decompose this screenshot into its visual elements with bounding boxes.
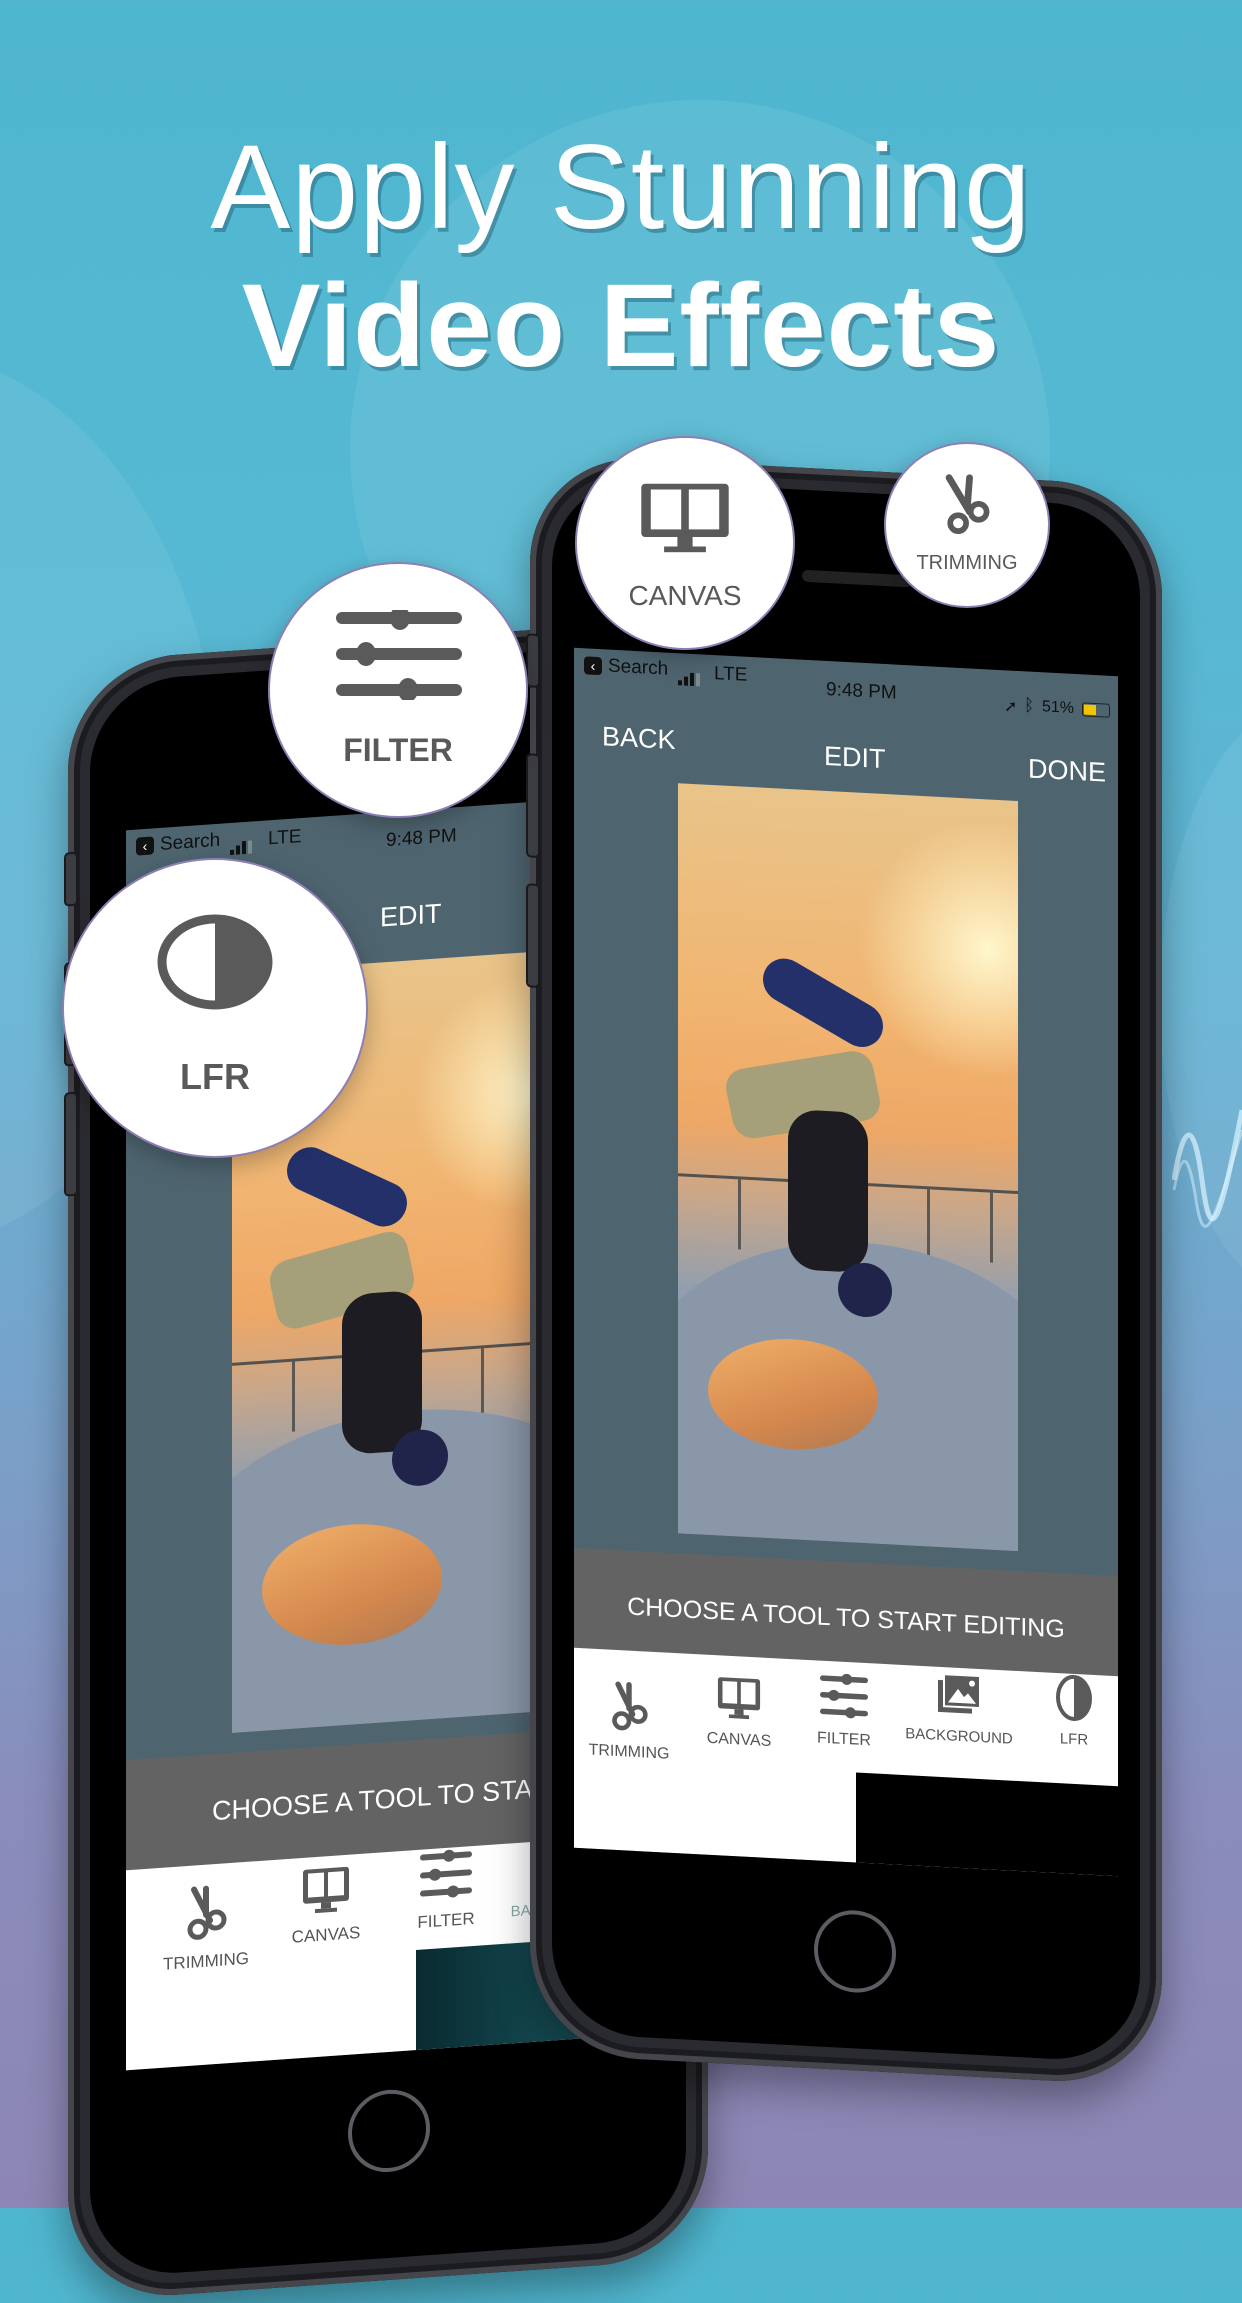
audio-wave-decoration	[1172, 1109, 1242, 1228]
volume-down-button	[526, 883, 540, 988]
status-bar: ‹ Search LTE 9:48 PM ➚ ᛒ 51%	[574, 648, 1118, 718]
feature-bubble-filter: FILTER	[268, 562, 528, 818]
home-button[interactable]	[348, 2087, 430, 2175]
bubble-label: LFR	[180, 1056, 250, 1097]
bubble-label: FILTER	[343, 732, 453, 768]
tool-lfr[interactable]: LFR	[1034, 1672, 1114, 1750]
tool-label: CANVAS	[706, 1729, 772, 1751]
signal-bars-icon	[678, 663, 702, 687]
tool-label: TRIMMING	[588, 1741, 670, 1763]
tool-label: BACKGROUND	[905, 1725, 1013, 1748]
right-phone-screen: ‹ Search LTE 9:48 PM ➚ ᛒ 51% BACK EDIT D…	[574, 647, 1118, 1877]
tool-filter[interactable]: FILTER	[386, 1844, 506, 1935]
battery-percent: 51%	[1042, 698, 1075, 717]
mute-switch	[526, 633, 540, 688]
tool-filter[interactable]: FILTER	[794, 1669, 894, 1751]
home-button[interactable]	[814, 1908, 896, 1995]
tool-label: FILTER	[417, 1908, 475, 1932]
location-icon: ➚	[1004, 698, 1018, 716]
tool-label: FILTER	[817, 1729, 871, 1750]
monitor-split-icon	[641, 483, 729, 553]
feature-bubble-trimming: TRIMMING	[884, 442, 1050, 608]
feature-bubble-canvas: CANVAS	[575, 436, 795, 650]
scissors-icon	[187, 1885, 227, 1940]
right-phone-bezel: ‹ Search LTE 9:48 PM ➚ ᛒ 51% BACK EDIT D…	[552, 476, 1140, 2064]
skateboard	[279, 1140, 415, 1234]
video-preview[interactable]	[678, 783, 1018, 1552]
monitor-split-icon	[303, 1866, 349, 1914]
battery-icon	[1082, 702, 1110, 718]
tool-label: CANVAS	[291, 1922, 361, 1947]
bubble-label: TRIMMING	[916, 552, 1018, 574]
screen-black-area	[856, 1772, 1118, 1877]
monitor-split-icon	[717, 1677, 761, 1720]
sliders-icon	[820, 1673, 868, 1719]
headline-line-1: Apply Stunning	[210, 120, 1032, 254]
skater-torso	[788, 1108, 868, 1274]
back-app-label: Search	[608, 655, 669, 680]
half-circle-contrast-icon	[157, 914, 273, 1010]
carrier-label: LTE	[268, 826, 302, 850]
back-app-label: Search	[160, 829, 221, 855]
tool-canvas[interactable]: CANVAS	[684, 1674, 794, 1753]
volume-down-button	[64, 1091, 78, 1197]
done-button[interactable]: DONE	[1028, 754, 1106, 789]
nav-title: EDIT	[824, 740, 886, 775]
tool-trimming[interactable]: TRIMMING	[146, 1881, 266, 1976]
bubble-label: CANVAS	[628, 580, 742, 611]
tool-prompt-text: CHOOSE A TOOL TO START EDITING	[627, 1592, 1065, 1644]
sliders-icon	[420, 1849, 472, 1898]
back-to-app-icon[interactable]: ‹	[584, 656, 602, 676]
scissors-icon	[945, 474, 990, 534]
skater-torso	[342, 1289, 422, 1456]
headline-line-2: Video Effects	[241, 260, 1001, 392]
sliders-icon	[336, 610, 462, 700]
scissors-icon	[612, 1681, 648, 1731]
tool-toolbar: TRIMMING CANVAS FILTER BACKGROUND LFR	[574, 1647, 1118, 1877]
volume-up-button	[526, 753, 540, 858]
sun-glow	[858, 812, 1018, 1087]
tool-background[interactable]: BACKGROUND	[894, 1670, 1024, 1749]
nav-title: EDIT	[380, 898, 442, 933]
image-stack-icon	[938, 1673, 981, 1714]
back-button[interactable]: BACK	[602, 721, 676, 756]
back-to-app-icon[interactable]: ‹	[136, 836, 154, 856]
mute-switch	[64, 851, 78, 907]
tool-label: LFR	[1059, 1730, 1089, 1749]
signal-bars-icon	[230, 831, 254, 856]
tool-canvas[interactable]: CANVAS	[266, 1862, 386, 1949]
tool-trimming[interactable]: TRIMMING	[574, 1678, 684, 1765]
clock: 9:48 PM	[826, 678, 897, 704]
half-circle-contrast-icon	[1056, 1674, 1092, 1721]
clock: 9:48 PM	[386, 825, 457, 852]
bluetooth-icon: ᛒ	[1024, 695, 1035, 715]
feature-bubble-lfr: LFR	[62, 858, 368, 1158]
carrier-label: LTE	[714, 663, 748, 686]
tool-label: TRIMMING	[163, 1948, 249, 1974]
right-phone: ‹ Search LTE 9:48 PM ➚ ᛒ 51% BACK EDIT D…	[526, 453, 1162, 2087]
